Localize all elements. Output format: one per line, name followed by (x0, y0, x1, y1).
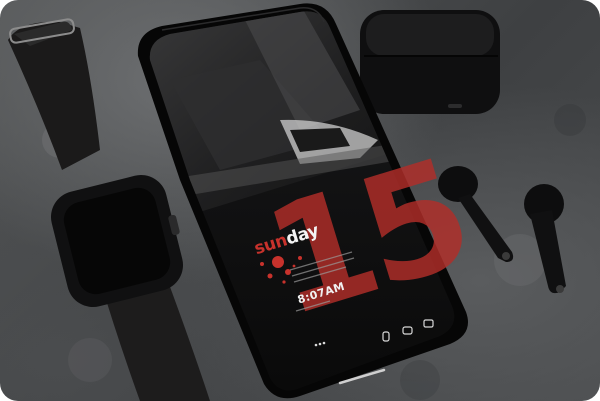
scene-illustration: 15 (8, 3, 586, 401)
photo-frame: 15 sunday 8:07AM (0, 0, 600, 401)
more-dots-icon (314, 343, 318, 347)
earbuds-case (360, 10, 500, 114)
